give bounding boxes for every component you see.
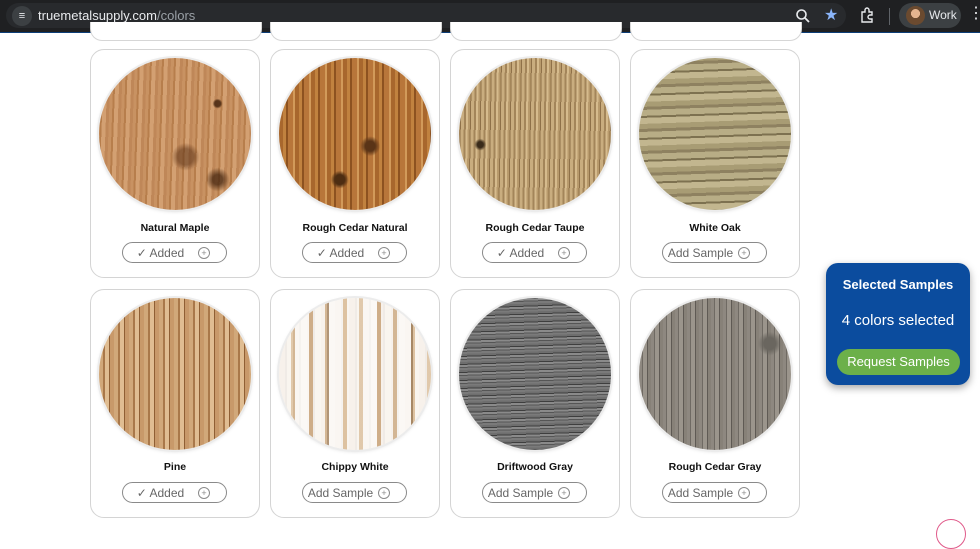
site-info-icon[interactable]: ≡ (12, 6, 32, 26)
color-card: Natural Maple ✓ Added + (90, 49, 260, 278)
button-label: ✓ Added (316, 246, 365, 260)
url-host: truemetalsupply.com (38, 8, 157, 23)
color-swatch[interactable] (639, 58, 791, 210)
button-label: ✓ Added (136, 246, 185, 260)
plus-circle-icon: + (378, 247, 390, 259)
plus-circle-icon: + (198, 247, 210, 259)
sample-toggle-button[interactable]: ✓ Added + (122, 242, 227, 263)
color-card: Chippy White Add Sample + (270, 289, 440, 518)
plus-circle-icon: + (378, 487, 390, 499)
color-name: Rough Cedar Natural (302, 222, 408, 234)
color-name: Rough Cedar Gray (668, 461, 762, 473)
button-label: Add Sample (667, 246, 734, 260)
request-samples-button[interactable]: Request Samples (837, 349, 960, 375)
button-label: Add Sample (487, 486, 554, 500)
color-name: White Oak (689, 222, 741, 234)
avatar (906, 6, 925, 25)
color-swatch[interactable] (99, 58, 251, 210)
color-swatch[interactable] (639, 298, 791, 450)
button-label: Add Sample (667, 486, 734, 500)
color-swatch[interactable] (99, 298, 251, 450)
sample-toggle-button[interactable]: Add Sample + (662, 242, 767, 263)
url-path: /colors (156, 8, 196, 23)
sample-toggle-button[interactable]: ✓ Added + (122, 482, 227, 503)
previous-card-edge (270, 22, 442, 41)
selected-samples-panel: Selected Samples 4 colors selected Reque… (826, 263, 970, 385)
plus-circle-icon: + (558, 247, 570, 259)
previous-card-edge (450, 22, 622, 41)
button-label: Add Sample (307, 486, 374, 500)
chat-widget-button[interactable] (936, 519, 966, 549)
button-label: ✓ Added (136, 486, 185, 500)
sample-toggle-button[interactable]: Add Sample + (662, 482, 767, 503)
sample-toggle-button[interactable]: Add Sample + (302, 482, 407, 503)
color-swatch[interactable] (459, 58, 611, 210)
url-text[interactable]: truemetalsupply.com/colors (38, 8, 195, 23)
previous-card-edge (630, 22, 802, 41)
color-swatch[interactable] (279, 58, 431, 210)
color-card: White Oak Add Sample + (630, 49, 800, 278)
sample-toggle-button[interactable]: ✓ Added + (482, 242, 587, 263)
color-swatch[interactable] (279, 298, 431, 450)
bookmark-star-icon[interactable]: ★ (824, 6, 838, 26)
previous-card-edge (90, 22, 262, 41)
button-label: ✓ Added (496, 246, 545, 260)
profile-button[interactable]: Work (899, 3, 961, 28)
color-card: Rough Cedar Taupe ✓ Added + (450, 49, 620, 278)
more-menu-icon[interactable]: ⋮ (968, 4, 980, 24)
color-card: Rough Cedar Natural ✓ Added + (270, 49, 440, 278)
color-name: Driftwood Gray (497, 461, 573, 473)
selected-count: 4 colors selected (841, 312, 955, 329)
plus-circle-icon: + (738, 247, 750, 259)
plus-circle-icon: + (198, 487, 210, 499)
color-card: Rough Cedar Gray Add Sample + (630, 289, 800, 518)
plus-circle-icon: + (558, 487, 570, 499)
extensions-icon[interactable] (860, 7, 876, 23)
plus-circle-icon: + (738, 487, 750, 499)
color-name: Chippy White (321, 461, 389, 473)
color-card: Driftwood Gray Add Sample + (450, 289, 620, 518)
color-swatch[interactable] (459, 298, 611, 450)
color-name: Natural Maple (140, 222, 210, 234)
sample-toggle-button[interactable]: Add Sample + (482, 482, 587, 503)
toolbar-divider (889, 8, 890, 25)
color-name: Pine (163, 461, 187, 473)
color-name: Rough Cedar Taupe (485, 222, 585, 234)
color-card: Pine ✓ Added + (90, 289, 260, 518)
profile-label: Work (929, 8, 957, 22)
panel-title: Selected Samples (842, 277, 954, 292)
sample-toggle-button[interactable]: ✓ Added + (302, 242, 407, 263)
